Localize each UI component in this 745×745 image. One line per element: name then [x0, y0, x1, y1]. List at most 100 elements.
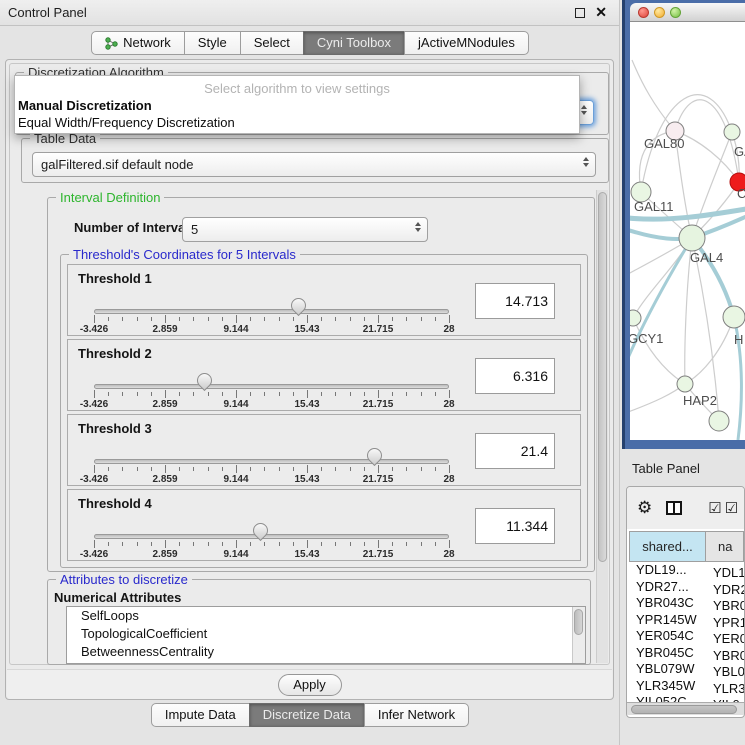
popup-option-manual-discretization[interactable]: Manual Discretization	[18, 98, 152, 113]
tick-mark	[222, 467, 223, 471]
attribute-list-item[interactable]: TopologicalCoefficient	[67, 625, 585, 643]
cell-shared-name: YIL052C	[629, 694, 703, 702]
panel-scrollbar[interactable]	[596, 190, 608, 663]
tick-mark	[421, 317, 422, 321]
tick-mark	[236, 390, 237, 398]
tab-label: Network	[123, 32, 171, 54]
tick-mark	[94, 315, 95, 323]
gear-icon[interactable]: ⚙	[637, 498, 652, 518]
table-row[interactable]: YER054CYER0	[629, 628, 744, 645]
tick-mark	[449, 465, 450, 473]
tab-impute-data[interactable]: Impute Data	[151, 703, 250, 727]
tick-mark	[236, 540, 237, 548]
minimize-traffic-light-icon[interactable]	[654, 7, 665, 18]
tick-mark	[350, 392, 351, 396]
slider-track[interactable]	[94, 309, 449, 314]
network-node-label: GAL80	[644, 136, 684, 151]
apply-button-strip: Apply	[7, 669, 612, 699]
numerical-attributes-label: Numerical Attributes	[54, 590, 181, 605]
tick-mark	[350, 542, 351, 546]
network-canvas[interactable]: GAL80GACGAL11GAL4GCY1HHAP2	[630, 22, 745, 440]
number-of-intervals-combobox[interactable]: 5	[182, 217, 428, 242]
checkbox-icon[interactable]: ☑	[708, 499, 721, 517]
tab-discretize-data[interactable]: Discretize Data	[249, 703, 365, 727]
checkbox-icon[interactable]: ☑	[725, 499, 738, 517]
network-node-hap2[interactable]	[677, 376, 693, 392]
tick-mark	[165, 540, 166, 548]
attributes-list-scrollbar[interactable]	[572, 607, 585, 663]
tick-mark	[293, 542, 294, 546]
table-data-combobox[interactable]: galFiltered.sif default node	[32, 152, 596, 177]
network-icon	[105, 37, 118, 50]
numerical-attributes-list[interactable]: SelfLoopsTopologicalCoefficientBetweenne…	[66, 606, 586, 664]
table-row[interactable]: YDR27...YDR2	[629, 579, 744, 596]
threshold-label: Threshold 2	[78, 346, 152, 361]
tab-infer-network[interactable]: Infer Network	[364, 703, 469, 727]
threshold-value-field[interactable]: 11.344	[475, 508, 555, 544]
table-row[interactable]: YBL079WYBL0	[629, 661, 744, 678]
tick-mark	[350, 467, 351, 471]
tick-mark	[435, 542, 436, 546]
panel-scrollbar-thumb[interactable]	[598, 192, 607, 562]
attribute-list-item[interactable]: SelfLoops	[67, 607, 585, 625]
tick-mark	[250, 392, 251, 396]
slider-track[interactable]	[94, 534, 449, 539]
tab-jactivemnodules[interactable]: jActiveMNodules	[404, 31, 529, 55]
scale-tick-label: 28	[425, 399, 473, 410]
scale-tick-label: 15.43	[283, 474, 331, 485]
tick-mark	[137, 317, 138, 321]
threshold-value-field[interactable]: 21.4	[475, 433, 555, 469]
table-row[interactable]: YPR145WYPR1	[629, 612, 744, 629]
network-node-label: H	[734, 332, 743, 347]
tick-mark	[378, 315, 379, 323]
table-row[interactable]: YBR045CYBR0	[629, 645, 744, 662]
tab-style[interactable]: Style	[184, 31, 241, 55]
table-data-selected-value: galFiltered.sif default node	[41, 157, 193, 172]
close-icon[interactable]: ✕	[595, 4, 607, 21]
apply-button[interactable]: Apply	[278, 674, 342, 696]
attributes-to-discretize-group: Attributes to discretize Numerical Attri…	[47, 579, 591, 665]
table-row[interactable]: YBR043CYBR0	[629, 595, 744, 612]
tick-mark	[236, 315, 237, 323]
network-node-gal4[interactable]	[679, 225, 705, 251]
popup-option-equal-width-frequency[interactable]: Equal Width/Frequency Discretization	[18, 115, 235, 130]
table-row[interactable]: YDL19...YDL1	[629, 562, 744, 579]
algorithm-dropdown-popup: Select algorithm to view settings Manual…	[14, 75, 580, 134]
split-columns-icon[interactable]	[666, 501, 682, 515]
table-row[interactable]: YLR345WYLR3	[629, 678, 744, 695]
network-node[interactable]	[709, 411, 729, 431]
threshold-value-field[interactable]: 14.713	[475, 283, 555, 319]
table-horizontal-scrollbar-thumb[interactable]	[631, 705, 737, 714]
column-header-name[interactable]: na	[705, 531, 744, 562]
tick-mark	[179, 317, 180, 321]
attribute-list-item[interactable]: BetweennessCentrality	[67, 643, 585, 661]
tab-label: Style	[198, 32, 227, 54]
tab-network[interactable]: Network	[91, 31, 185, 55]
table-header-row: shared... na	[629, 531, 744, 562]
table-row[interactable]: YIL052CYIL0	[629, 694, 744, 702]
tick-mark	[293, 392, 294, 396]
attributes-list-scrollbar-thumb[interactable]	[574, 609, 583, 635]
threshold-box: Threshold 3-3.4262.8599.14415.4321.71528…	[67, 414, 581, 486]
interval-definition-title: Interval Definition	[56, 190, 164, 205]
scale-tick-label: 9.144	[212, 324, 260, 335]
tick-mark	[108, 467, 109, 471]
table-horizontal-scrollbar[interactable]	[627, 702, 744, 715]
scale-tick-label: 2.859	[141, 474, 189, 485]
tick-mark	[264, 467, 265, 471]
zoom-traffic-light-icon[interactable]	[670, 7, 681, 18]
column-header-shared-name[interactable]: shared...	[629, 531, 706, 562]
number-of-intervals-value: 5	[191, 222, 198, 237]
tab-cyni-toolbox[interactable]: Cyni Toolbox	[303, 31, 405, 55]
network-node-gcy1[interactable]	[630, 310, 641, 326]
slider-track[interactable]	[94, 384, 449, 389]
tick-mark	[122, 317, 123, 321]
network-node-h[interactable]	[723, 306, 745, 328]
tab-select[interactable]: Select	[240, 31, 304, 55]
threshold-value-field[interactable]: 6.316	[475, 358, 555, 394]
network-node-ga[interactable]	[724, 124, 740, 140]
table-data-group: Table Data galFiltered.sif default node	[21, 138, 609, 183]
slider-track[interactable]	[94, 459, 449, 464]
close-traffic-light-icon[interactable]	[638, 7, 649, 18]
float-window-icon[interactable]	[575, 8, 585, 18]
